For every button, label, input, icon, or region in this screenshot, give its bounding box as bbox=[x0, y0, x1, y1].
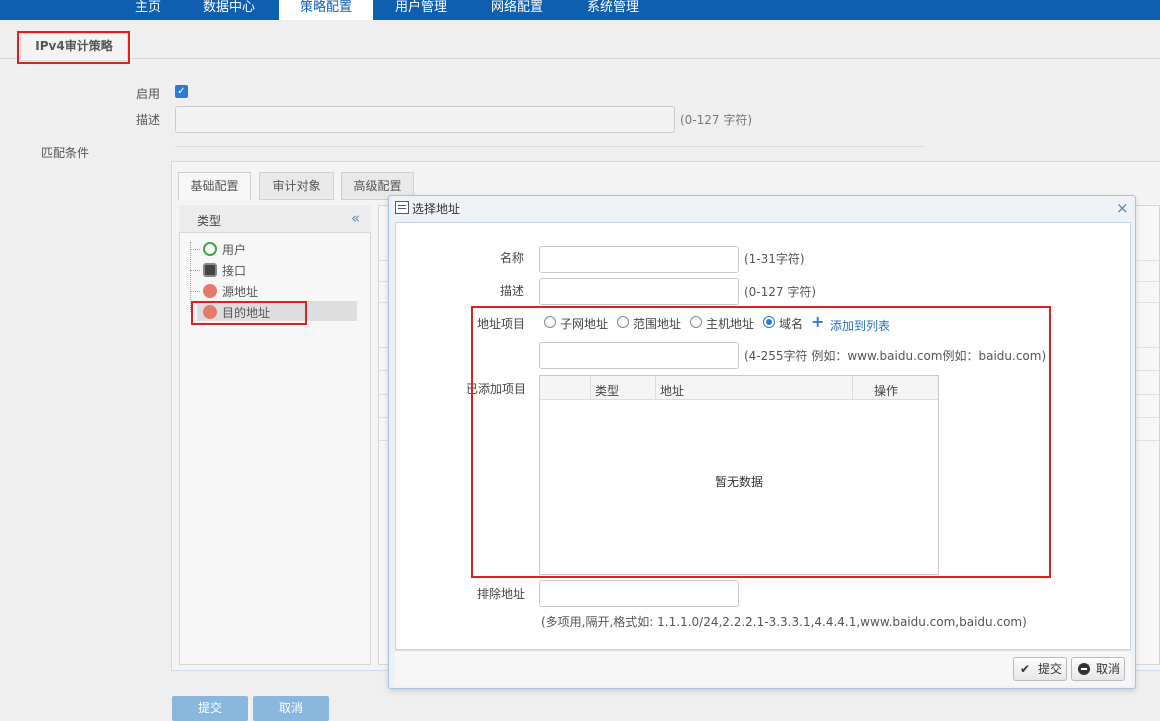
top-navigation-bar: 主页 数据中心 策略配置 用户管理 网络配置 系统管理 bbox=[0, 0, 1160, 20]
collapse-icon[interactable]: « bbox=[351, 209, 360, 227]
exclude-address-input[interactable] bbox=[539, 580, 739, 607]
nav-item-policy-config[interactable]: 策略配置 bbox=[279, 0, 373, 20]
check-icon: ✔ bbox=[1020, 662, 1031, 676]
type-tree-title: 类型 bbox=[197, 214, 222, 228]
dialog-submit-label: 提交 bbox=[1038, 662, 1063, 676]
nav-item-user-management[interactable]: 用户管理 bbox=[380, 0, 462, 20]
tab-divider bbox=[0, 58, 1160, 59]
name-input[interactable] bbox=[539, 246, 739, 273]
description-label: 描述 bbox=[136, 113, 161, 127]
nav-item-network-config[interactable]: 网络配置 bbox=[476, 0, 558, 20]
tab-basic-config[interactable]: 基础配置 bbox=[178, 172, 251, 200]
description-input[interactable] bbox=[175, 106, 675, 133]
dialog-description-input[interactable] bbox=[539, 278, 739, 305]
highlight-box-destination-address bbox=[191, 301, 307, 325]
name-label: 名称 bbox=[500, 251, 525, 265]
tree-connector bbox=[190, 270, 200, 271]
dialog-cancel-button[interactable]: 取消 bbox=[1071, 657, 1125, 681]
tree-connector bbox=[190, 291, 200, 292]
window-icon bbox=[395, 201, 409, 214]
exclude-address-label: 排除地址 bbox=[477, 587, 526, 601]
highlight-box-address-section bbox=[471, 306, 1051, 578]
location-pin-icon bbox=[203, 284, 217, 298]
form-divider bbox=[175, 146, 925, 147]
dialog-description-hint: (0-127 字符) bbox=[744, 285, 817, 299]
cancel-button[interactable]: 取消 bbox=[253, 696, 329, 721]
tab-audit-object[interactable]: 审计对象 bbox=[259, 172, 334, 200]
dialog-submit-button[interactable]: ✔ 提交 bbox=[1013, 657, 1067, 681]
name-hint: (1-31字符) bbox=[744, 252, 805, 266]
user-icon bbox=[203, 242, 217, 256]
dialog-title: 选择地址 bbox=[412, 202, 461, 216]
tree-item-user[interactable]: 用户 bbox=[222, 241, 246, 258]
nav-item-home[interactable]: 主页 bbox=[118, 0, 178, 20]
tree-item-interface[interactable]: 接口 bbox=[222, 262, 246, 279]
close-icon[interactable]: × bbox=[1116, 199, 1129, 217]
match-conditions-label: 匹配条件 bbox=[41, 146, 90, 160]
description-hint: (0-127 字符) bbox=[680, 113, 753, 127]
interface-icon bbox=[203, 263, 217, 277]
nav-item-data-center[interactable]: 数据中心 bbox=[188, 0, 270, 20]
dialog-cancel-label: 取消 bbox=[1096, 662, 1121, 676]
submit-button[interactable]: 提交 bbox=[172, 696, 248, 721]
checkmark-icon: ✓ bbox=[177, 86, 186, 97]
nav-item-system-management[interactable]: 系统管理 bbox=[572, 0, 654, 20]
cancel-icon bbox=[1078, 663, 1090, 675]
highlight-box-page-tab bbox=[17, 31, 130, 64]
dialog-description-label: 描述 bbox=[500, 284, 525, 298]
enable-checkbox[interactable]: ✓ bbox=[175, 85, 188, 98]
tree-item-source-address[interactable]: 源地址 bbox=[222, 283, 258, 300]
enable-label: 启用 bbox=[136, 87, 161, 101]
tree-connector bbox=[190, 249, 200, 250]
exclude-address-hint: (多项用,隔开,格式如: 1.1.1.0/24,2.2.2.1-3.3.3.1,… bbox=[541, 615, 1027, 629]
